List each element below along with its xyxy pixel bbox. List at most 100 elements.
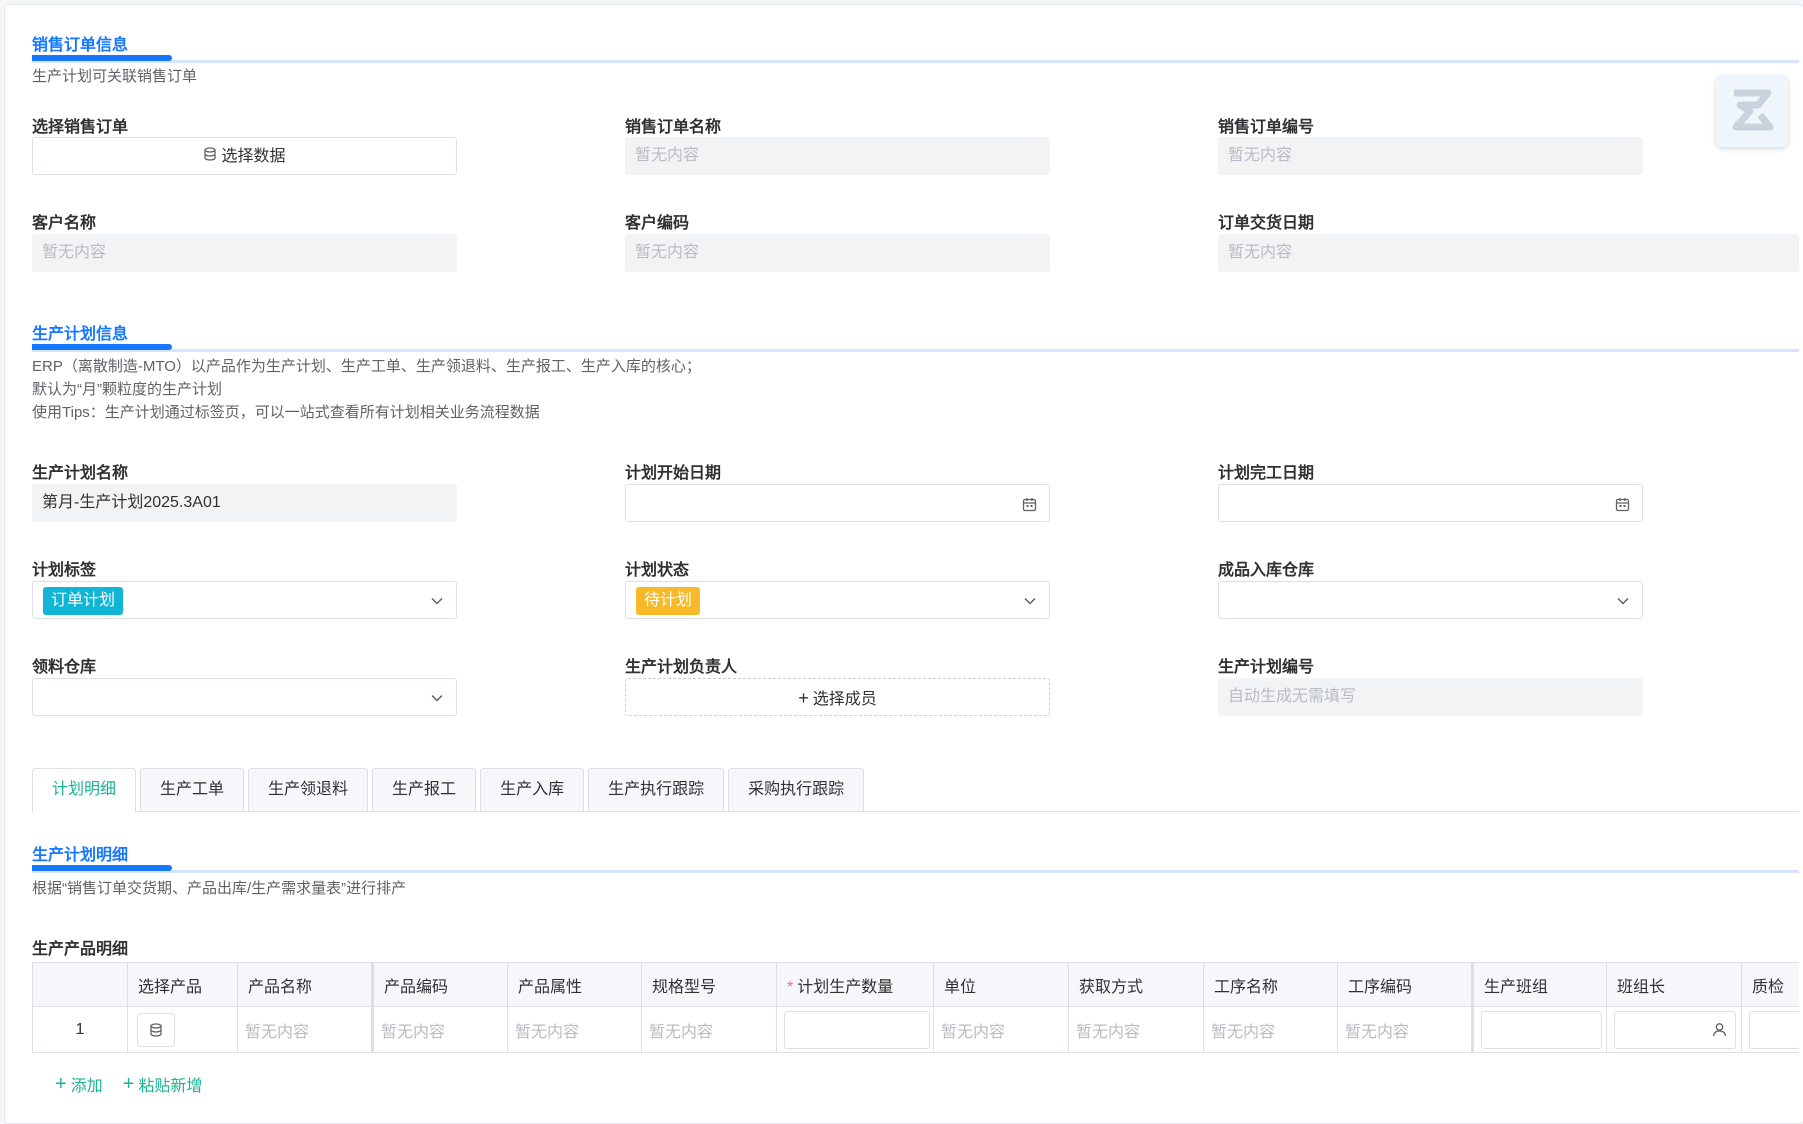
row-index: 1 — [32, 1006, 128, 1053]
add-row-label: 添加 — [70, 1078, 103, 1095]
plus-icon: + — [55, 1072, 67, 1095]
detail-section-description: 根据“销售订单交货期、产品出库/生产需求量表”进行排产 — [32, 880, 407, 897]
table-actions: + 添加 + 粘贴新增 — [55, 1072, 202, 1096]
table-row: 1 暂无内容 暂无内容 暂无内容 暂无内容 暂无内容 暂无内容 暂无内容 暂无内… — [32, 1006, 1799, 1053]
col-product-name: 产品名称 — [237, 962, 374, 1007]
select-data-label: 选择数据 — [221, 148, 286, 166]
tab-production-inbound[interactable]: 生产入库 — [480, 768, 585, 811]
plan-qty-input[interactable] — [784, 1010, 930, 1049]
section-divider-accent — [32, 55, 172, 61]
logo-icon — [1732, 89, 1774, 131]
col-team: 生产班组 — [1472, 962, 1607, 1007]
spec-cell: 暂无内容 — [641, 1006, 777, 1053]
calendar-icon — [1022, 485, 1037, 521]
start-date-label: 计划开始日期 — [625, 465, 722, 482]
col-select-product: 选择产品 — [127, 962, 238, 1007]
plan-description-line-3: 使用Tips：生产计划通过标签页，可以一站式查看所有计划相关业务流程数据 — [32, 404, 540, 421]
chevron-down-icon — [1023, 582, 1037, 618]
col-unit: 单位 — [933, 962, 1069, 1007]
database-icon — [203, 138, 217, 174]
select-member-button[interactable]: + 选择成员 — [625, 678, 1050, 716]
add-row-button[interactable]: + 添加 — [55, 1072, 103, 1096]
tab-execution-tracking[interactable]: 生产执行跟踪 — [588, 768, 725, 811]
delivery-date-label: 订单交货日期 — [1218, 215, 1315, 232]
col-process-name: 工序名称 — [1203, 962, 1338, 1007]
plan-status-select[interactable]: 待计划 — [625, 581, 1050, 619]
warehouse-label: 成品入库仓库 — [1218, 562, 1315, 579]
section-divider-accent — [32, 865, 172, 871]
customer-code-field: 暂无内容 — [625, 234, 1050, 272]
col-index — [32, 962, 128, 1007]
tab-work-order[interactable]: 生产工单 — [140, 768, 245, 811]
tab-production-report[interactable]: 生产报工 — [372, 768, 477, 811]
plan-tag-select[interactable]: 订单计划 — [32, 581, 457, 619]
section-divider — [32, 60, 1799, 63]
sales-section-title: 销售订单信息 — [32, 37, 129, 54]
required-mark: * — [787, 978, 794, 996]
col-acquire: 获取方式 — [1068, 962, 1204, 1007]
tab-material-issue[interactable]: 生产领退料 — [248, 768, 369, 811]
product-detail-table: 选择产品 产品名称 产品编码 产品属性 规格型号 * 计划生产数量 单位 获取方式… — [32, 962, 1799, 1053]
tab-list: 计划明细 生产工单 生产领退料 生产报工 生产入库 生产执行跟踪 采购执行跟踪 — [32, 768, 1799, 812]
qc-cell — [1741, 1006, 1799, 1053]
team-cell — [1472, 1006, 1607, 1053]
process-name-cell: 暂无内容 — [1203, 1006, 1338, 1053]
col-spec: 规格型号 — [641, 962, 777, 1007]
acquire-cell: 暂无内容 — [1068, 1006, 1204, 1053]
col-plan-qty: * 计划生产数量 — [776, 962, 934, 1007]
product-code-cell: 暂无内容 — [372, 1006, 508, 1053]
select-product-button[interactable] — [137, 1012, 175, 1047]
tab-bar: 计划明细 生产工单 生产领退料 生产报工 生产入库 生产执行跟踪 采购执行跟踪 — [32, 768, 1799, 812]
team-input[interactable] — [1481, 1010, 1602, 1049]
col-product-code: 产品编码 — [372, 962, 508, 1007]
app-logo[interactable] — [1716, 75, 1788, 147]
end-date-label: 计划完工日期 — [1218, 465, 1315, 482]
order-no-label: 销售订单编号 — [1218, 119, 1315, 136]
plan-no-field: 自动生成无需填写 — [1218, 678, 1643, 716]
end-date-picker[interactable] — [1218, 484, 1643, 522]
qc-input[interactable] — [1749, 1010, 1799, 1049]
paste-add-label: 粘贴新增 — [138, 1078, 203, 1095]
product-attr-cell: 暂无内容 — [507, 1006, 642, 1053]
col-process-code: 工序编码 — [1337, 962, 1474, 1007]
product-name-cell: 暂无内容 — [237, 1006, 374, 1053]
select-order-label: 选择销售订单 — [32, 119, 129, 136]
paste-add-button[interactable]: + 粘贴新增 — [123, 1072, 203, 1096]
col-product-attr: 产品属性 — [507, 962, 642, 1007]
delivery-date-field: 暂无内容 — [1218, 234, 1799, 272]
tab-purchase-tracking[interactable]: 采购执行跟踪 — [728, 768, 865, 811]
plan-tag-chip: 订单计划 — [43, 586, 124, 615]
chevron-down-icon — [430, 582, 444, 618]
plan-tag-label: 计划标签 — [32, 562, 97, 579]
section-divider — [32, 870, 1799, 873]
owner-label: 生产计划负责人 — [625, 659, 738, 676]
chevron-down-icon — [1616, 582, 1630, 618]
plan-no-label: 生产计划编号 — [1218, 659, 1315, 676]
form-card: 销售订单信息 生产计划可关联销售订单 选择销售订单 选择数据 销售订单名称 暂无… — [4, 4, 1803, 1124]
plan-status-chip: 待计划 — [636, 586, 701, 615]
material-warehouse-select[interactable] — [32, 678, 457, 716]
col-team-leader: 班组长 — [1606, 962, 1742, 1007]
plan-section-title: 生产计划信息 — [32, 326, 129, 343]
team-leader-input[interactable] — [1614, 1010, 1736, 1049]
plan-description-line-2: 默认为“月”颗粒度的生产计划 — [32, 381, 222, 398]
plan-name-field[interactable]: 第月-生产计划2025.3A01 — [32, 484, 457, 522]
table-header-row: 选择产品 产品名称 产品编码 产品属性 规格型号 * 计划生产数量 单位 获取方式… — [32, 962, 1799, 1007]
process-code-cell: 暂无内容 — [1337, 1006, 1474, 1053]
section-divider — [32, 349, 1799, 352]
customer-name-label: 客户名称 — [32, 215, 97, 232]
col-qc: 质检 — [1741, 962, 1799, 1007]
unit-cell: 暂无内容 — [933, 1006, 1069, 1053]
calendar-icon — [1615, 485, 1630, 521]
tab-plan-detail[interactable]: 计划明细 — [32, 768, 137, 812]
order-no-field: 暂无内容 — [1218, 137, 1643, 175]
product-detail-title: 生产产品明细 — [32, 941, 129, 958]
user-icon — [1712, 1022, 1727, 1042]
product-detail-table-wrap: 选择产品 产品名称 产品编码 产品属性 规格型号 * 计划生产数量 单位 获取方式… — [32, 962, 1799, 1053]
select-product-cell — [127, 1006, 238, 1053]
start-date-picker[interactable] — [625, 484, 1050, 522]
plan-qty-cell — [776, 1006, 934, 1053]
select-data-button[interactable]: 选择数据 — [32, 137, 457, 175]
warehouse-select[interactable] — [1218, 581, 1643, 619]
plan-name-label: 生产计划名称 — [32, 465, 129, 482]
